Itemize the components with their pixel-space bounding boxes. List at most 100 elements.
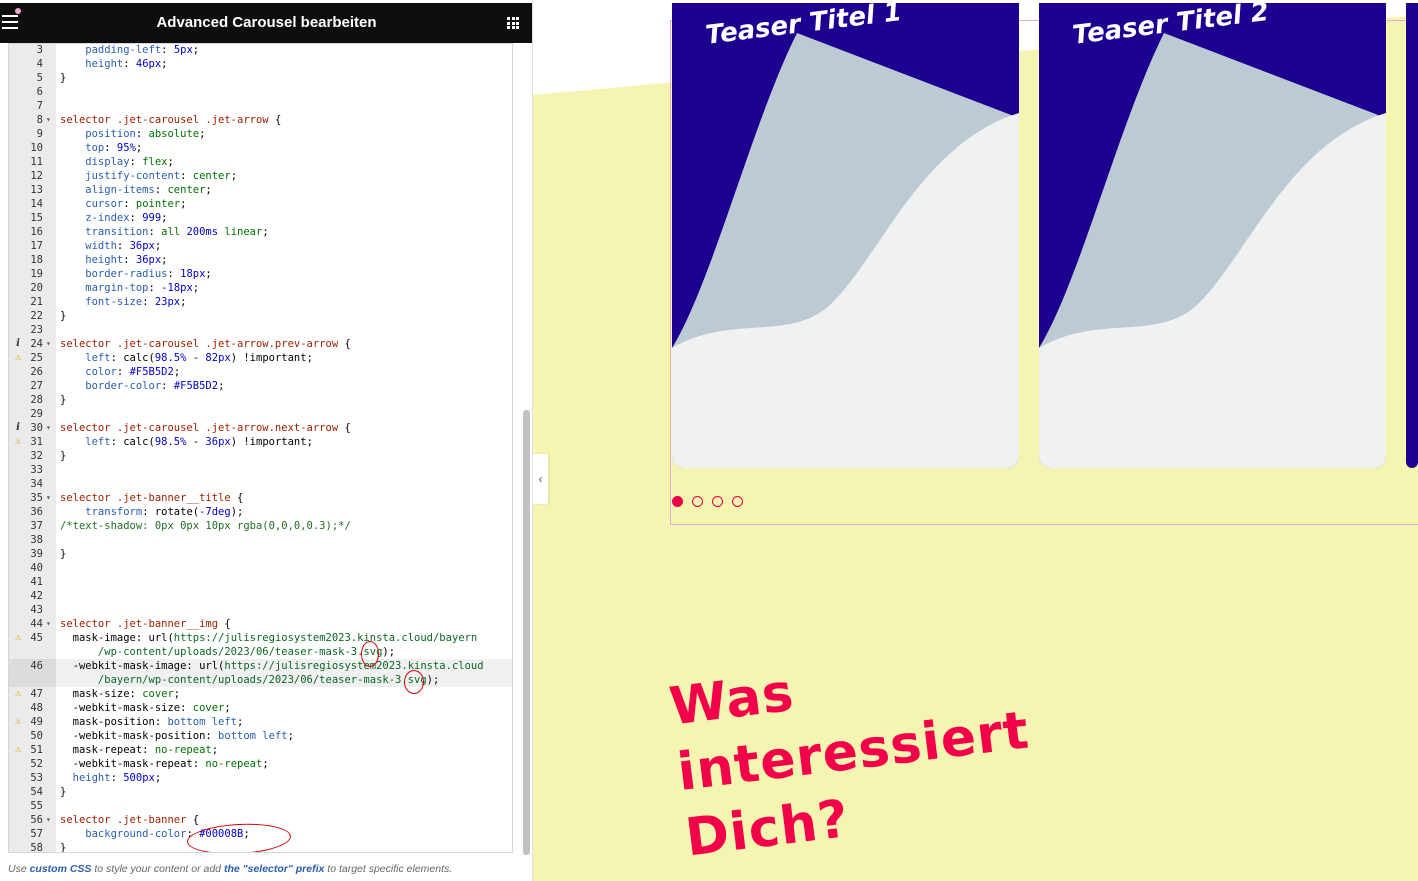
code-line[interactable]: 31 ⚠ left: calc(98.5% - 36px) !important; (9, 435, 512, 449)
code-line[interactable]: 18 height: 36px; (9, 253, 512, 267)
panel-title: Advanced Carousel bearbeiten (156, 14, 377, 31)
code-line[interactable]: 49 ⚠ mask-position: bottom left; (9, 715, 512, 729)
code-line[interactable]: 19 border-radius: 18px; (9, 267, 512, 281)
line-number: 11 (30, 156, 43, 168)
fold-arrow-icon[interactable]: ▾ (46, 421, 56, 435)
carousel-dot-1[interactable] (672, 496, 683, 507)
code-line[interactable]: 39} (9, 547, 512, 561)
code-line[interactable]: 38 (9, 533, 512, 547)
code-line[interactable]: 44 ▾ selector .jet-banner__img { (9, 617, 512, 631)
line-number: 32 (30, 450, 43, 462)
code-text: selector .jet-banner__title { (60, 492, 244, 504)
code-line[interactable]: 6 (9, 85, 512, 99)
css-code-editor[interactable]: 3 padding-left: 5px; 4 height: 46px; 5} 6 7 8… (8, 43, 513, 853)
code-text: border-radius: 18px; (60, 268, 212, 280)
code-line[interactable]: 52 -webkit-mask-repeat: no-repeat; (9, 757, 512, 771)
fold-arrow-icon[interactable]: ▾ (46, 337, 56, 351)
code-line[interactable]: 41 (9, 575, 512, 589)
code-line[interactable]: 42 (9, 589, 512, 603)
warning-icon: ⚠ (14, 436, 22, 447)
line-number (9, 645, 56, 659)
code-line[interactable]: 21 font-size: 23px; (9, 295, 512, 309)
fold-arrow-icon[interactable]: ▾ (46, 617, 56, 631)
carousel-dot-4[interactable] (732, 496, 743, 507)
carousel-dot-2[interactable] (692, 496, 703, 507)
code-text: mask-image: url(https://julisregiosystem… (60, 632, 478, 644)
code-line[interactable]: 10 top: 95%; (9, 141, 512, 155)
line-number: 4 (36, 58, 43, 70)
code-text: cursor: pointer; (60, 198, 187, 210)
line-number: 19 (30, 268, 43, 280)
code-line[interactable]: 33 (9, 463, 512, 477)
line-number: 37 (30, 520, 43, 532)
code-line[interactable]: 34 (9, 477, 512, 491)
code-line[interactable]: 47 ⚠ mask-size: cover; (9, 687, 512, 701)
code-text: position: absolute; (60, 128, 206, 140)
fold-arrow-icon[interactable]: ▾ (46, 813, 56, 827)
code-line[interactable]: 28} (9, 393, 512, 407)
code-line[interactable]: 40 (9, 561, 512, 575)
code-line[interactable]: 15 z-index: 999; (9, 211, 512, 225)
line-number: 20 (30, 282, 43, 294)
code-line[interactable]: 17 width: 36px; (9, 239, 512, 253)
widgets-grid-icon[interactable] (507, 17, 519, 29)
code-line[interactable]: 53 height: 500px; (9, 771, 512, 785)
code-text: justify-content: center; (60, 170, 238, 182)
code-line[interactable]: 8 ▾ selector .jet-carousel .jet-arrow { (9, 113, 512, 127)
code-line[interactable]: 37 /*text-shadow: 0px 0px 10px rgba(0,0,0… (9, 519, 512, 533)
code-line[interactable]: 20 margin-top: -18px; (9, 281, 512, 295)
fold-arrow-icon[interactable]: ▾ (46, 113, 56, 127)
code-line[interactable]: 24 ▾ i selector .jet-carousel .jet-arrow.pr… (9, 337, 512, 351)
code-line[interactable]: 27 border-color: #F5B5D2; (9, 379, 512, 393)
code-text: /*text-shadow: 0px 0px 10px rgba(0,0,0,0… (60, 520, 351, 532)
code-line[interactable]: 36 transform: rotate(-7deg); (9, 505, 512, 519)
code-line[interactable]: 54} (9, 785, 512, 799)
collapse-panel-button[interactable]: ‹ (533, 454, 548, 504)
fold-arrow-icon[interactable]: ▾ (46, 491, 56, 505)
code-text: color: #F5B5D2; (60, 366, 181, 378)
teaser-card-partial[interactable] (1406, 3, 1418, 468)
code-line[interactable]: 7 (9, 99, 512, 113)
code-line[interactable]: 16 transition: all 200ms linear; (9, 225, 512, 239)
code-line[interactable]: 22} (9, 309, 512, 323)
code-line[interactable]: 51 ⚠ mask-repeat: no-repeat; (9, 743, 512, 757)
line-number: 14 (30, 198, 43, 210)
code-line[interactable]: 5} (9, 71, 512, 85)
code-line[interactable]: /wp-content/uploads/2023/06/teaser-mask-… (9, 645, 512, 659)
code-text: height: 500px; (60, 772, 162, 784)
code-line[interactable]: 29 (9, 407, 512, 421)
editor-scrollbar[interactable] (523, 410, 530, 855)
line-number: 23 (30, 324, 43, 336)
code-line[interactable]: 48 -webkit-mask-size: cover; (9, 701, 512, 715)
code-line[interactable]: 30 ▾ i selector .jet-carousel .jet-arrow.ne… (9, 421, 512, 435)
code-line[interactable]: 12 justify-content: center; (9, 169, 512, 183)
code-line[interactable]: 35 ▾ selector .jet-banner__title { (9, 491, 512, 505)
code-line[interactable]: 55 (9, 799, 512, 813)
code-line[interactable]: 43 (9, 603, 512, 617)
carousel-dot-3[interactable] (712, 496, 723, 507)
code-text: /wp-content/uploads/2023/06/teaser-mask-… (60, 646, 396, 658)
code-line[interactable]: 32} (9, 449, 512, 463)
code-line[interactable]: 46 -webkit-mask-image: url(https://julis… (9, 659, 512, 673)
code-line[interactable]: 26 color: #F5B5D2; (9, 365, 512, 379)
code-line[interactable]: 9 position: absolute; (9, 127, 512, 141)
code-line[interactable]: 3 padding-left: 5px; (9, 44, 512, 57)
line-number: 29 (30, 408, 43, 420)
selector-prefix-link[interactable]: the "selector" prefix (224, 863, 324, 875)
line-number: 43 (30, 604, 43, 616)
teaser-card[interactable]: Teaser Titel 1 (672, 3, 1019, 468)
code-line[interactable]: 4 height: 46px; (9, 57, 512, 71)
code-text: } (60, 310, 67, 322)
custom-css-link[interactable]: custom CSS (30, 863, 92, 875)
code-line[interactable]: 11 display: flex; (9, 155, 512, 169)
code-line[interactable]: 13 align-items: center; (9, 183, 512, 197)
code-line[interactable]: 23 (9, 323, 512, 337)
code-line[interactable]: 50 -webkit-mask-position: bottom left; (9, 729, 512, 743)
code-text: width: 36px; (60, 240, 162, 252)
code-text: z-index: 999; (60, 212, 168, 224)
teaser-card[interactable]: Teaser Titel 2 (1039, 3, 1386, 468)
code-line[interactable]: 45 ⚠ mask-image: url(https://julisregiosy… (9, 631, 512, 645)
code-line[interactable]: 14 cursor: pointer; (9, 197, 512, 211)
code-line[interactable]: /bayern/wp-content/uploads/2023/06/tease… (9, 673, 512, 687)
code-line[interactable]: 25 ⚠ left: calc(98.5% - 82px) !important; (9, 351, 512, 365)
